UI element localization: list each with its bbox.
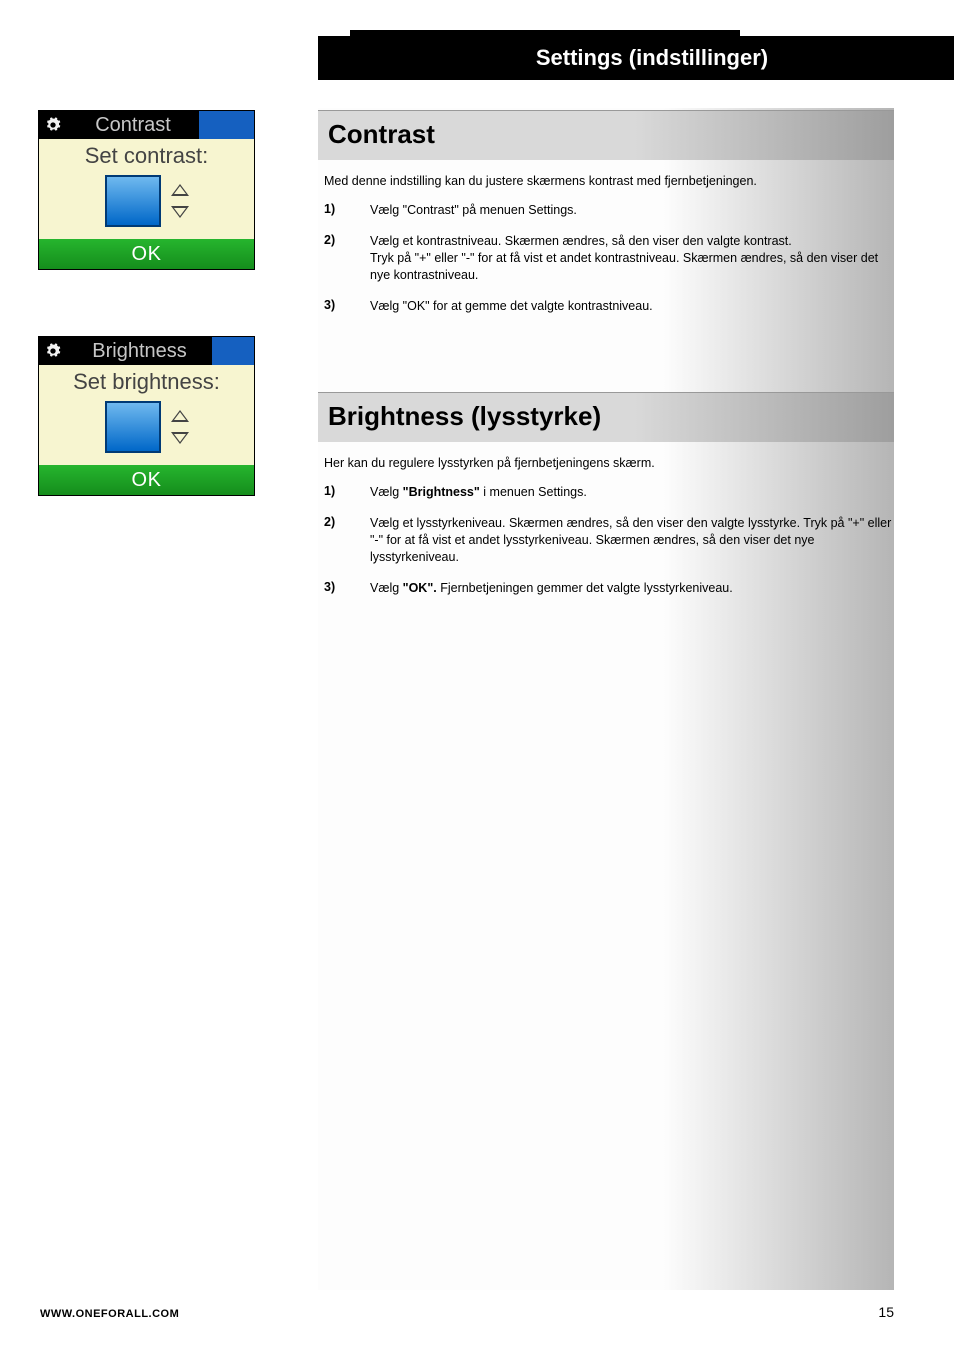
step-row: 1) Vælg "Brightness" i menuen Settings. <box>318 484 894 501</box>
banner-title: Settings (indstillinger) <box>318 45 954 71</box>
device-caption: Set brightness: <box>39 369 254 395</box>
gear-icon <box>39 337 67 365</box>
section-title: Contrast <box>328 119 884 150</box>
text: Vælg <box>370 581 403 595</box>
device-header: Brightness <box>39 337 254 365</box>
ok-button[interactable]: OK <box>39 239 254 269</box>
page-number: 15 <box>878 1304 894 1320</box>
footer-url: WWW.ONEFORALL.COM <box>40 1308 179 1320</box>
step-list: 1) Vælg "Brightness" i menuen Settings. … <box>318 484 894 596</box>
section-intro: Her kan du regulere lysstyrken på fjernb… <box>324 456 894 470</box>
section-intro: Med denne indstilling kan du justere skæ… <box>324 174 894 188</box>
contrast-section: Contrast Med denne indstilling kan du ju… <box>318 110 894 328</box>
device-header-accent <box>199 111 254 139</box>
step-text: Vælg "Contrast" på menuen Settings. <box>370 202 894 219</box>
step-text: Vælg "Brightness" i menuen Settings. <box>370 484 894 501</box>
bold-text: "OK". <box>403 581 437 595</box>
brightness-section: Brightness (lysstyrke) Her kan du regule… <box>318 392 894 610</box>
decrease-arrow-icon[interactable] <box>171 206 189 218</box>
device-body: Set brightness: <box>39 365 254 465</box>
step-row: 3) Vælg "OK" for at gemme det valgte kon… <box>318 298 894 315</box>
device-header-accent <box>212 337 254 365</box>
step-number: 2) <box>324 233 346 284</box>
page-banner: Settings (indstillinger) <box>318 36 954 80</box>
step-row: 3) Vælg "OK". Fjernbetjeningen gemmer de… <box>318 580 894 597</box>
page-footer: WWW.ONEFORALL.COM 15 <box>40 1304 894 1320</box>
bold-text: "Brightness" <box>403 485 480 499</box>
contrast-device-screenshot: Contrast Set contrast: OK <box>38 110 255 270</box>
brightness-device-screenshot: Brightness Set brightness: OK <box>38 336 255 496</box>
step-number: 3) <box>324 580 346 597</box>
step-number: 1) <box>324 484 346 501</box>
text: Fjernbetjeningen gemmer det valgte lysst… <box>437 581 733 595</box>
step-text: Vælg et kontrastniveau. Skærmen ændres, … <box>370 233 894 284</box>
device-header-label: Contrast <box>67 111 199 139</box>
step-number: 3) <box>324 298 346 315</box>
step-list: 1) Vælg "Contrast" på menuen Settings. 2… <box>318 202 894 314</box>
step-text: Vælg et lysstyrkeniveau. Skærmen ændres,… <box>370 515 894 566</box>
step-row: 2) Vælg et lysstyrkeniveau. Skærmen ændr… <box>318 515 894 566</box>
brightness-level-control <box>39 401 254 453</box>
contrast-level-control <box>39 175 254 227</box>
section-heading: Brightness (lysstyrke) <box>318 392 894 442</box>
section-heading: Contrast <box>318 110 894 160</box>
brightness-swatch <box>105 401 161 453</box>
increase-arrow-icon[interactable] <box>171 184 189 196</box>
step-text: Vælg "OK" for at gemme det valgte kontra… <box>370 298 894 315</box>
device-header-label: Brightness <box>67 337 212 365</box>
text: Vælg <box>370 485 403 499</box>
text: i menuen Settings. <box>480 485 587 499</box>
step-number: 1) <box>324 202 346 219</box>
contrast-swatch <box>105 175 161 227</box>
device-header: Contrast <box>39 111 254 139</box>
step-number: 2) <box>324 515 346 566</box>
decrease-arrow-icon[interactable] <box>171 432 189 444</box>
device-caption: Set contrast: <box>39 143 254 169</box>
increase-arrow-icon[interactable] <box>171 410 189 422</box>
section-title: Brightness (lysstyrke) <box>328 401 884 432</box>
step-row: 1) Vælg "Contrast" på menuen Settings. <box>318 202 894 219</box>
ok-button[interactable]: OK <box>39 465 254 495</box>
gear-icon <box>39 111 67 139</box>
step-row: 2) Vælg et kontrastniveau. Skærmen ændre… <box>318 233 894 284</box>
device-body: Set contrast: <box>39 139 254 239</box>
step-text: Vælg "OK". Fjernbetjeningen gemmer det v… <box>370 580 894 597</box>
